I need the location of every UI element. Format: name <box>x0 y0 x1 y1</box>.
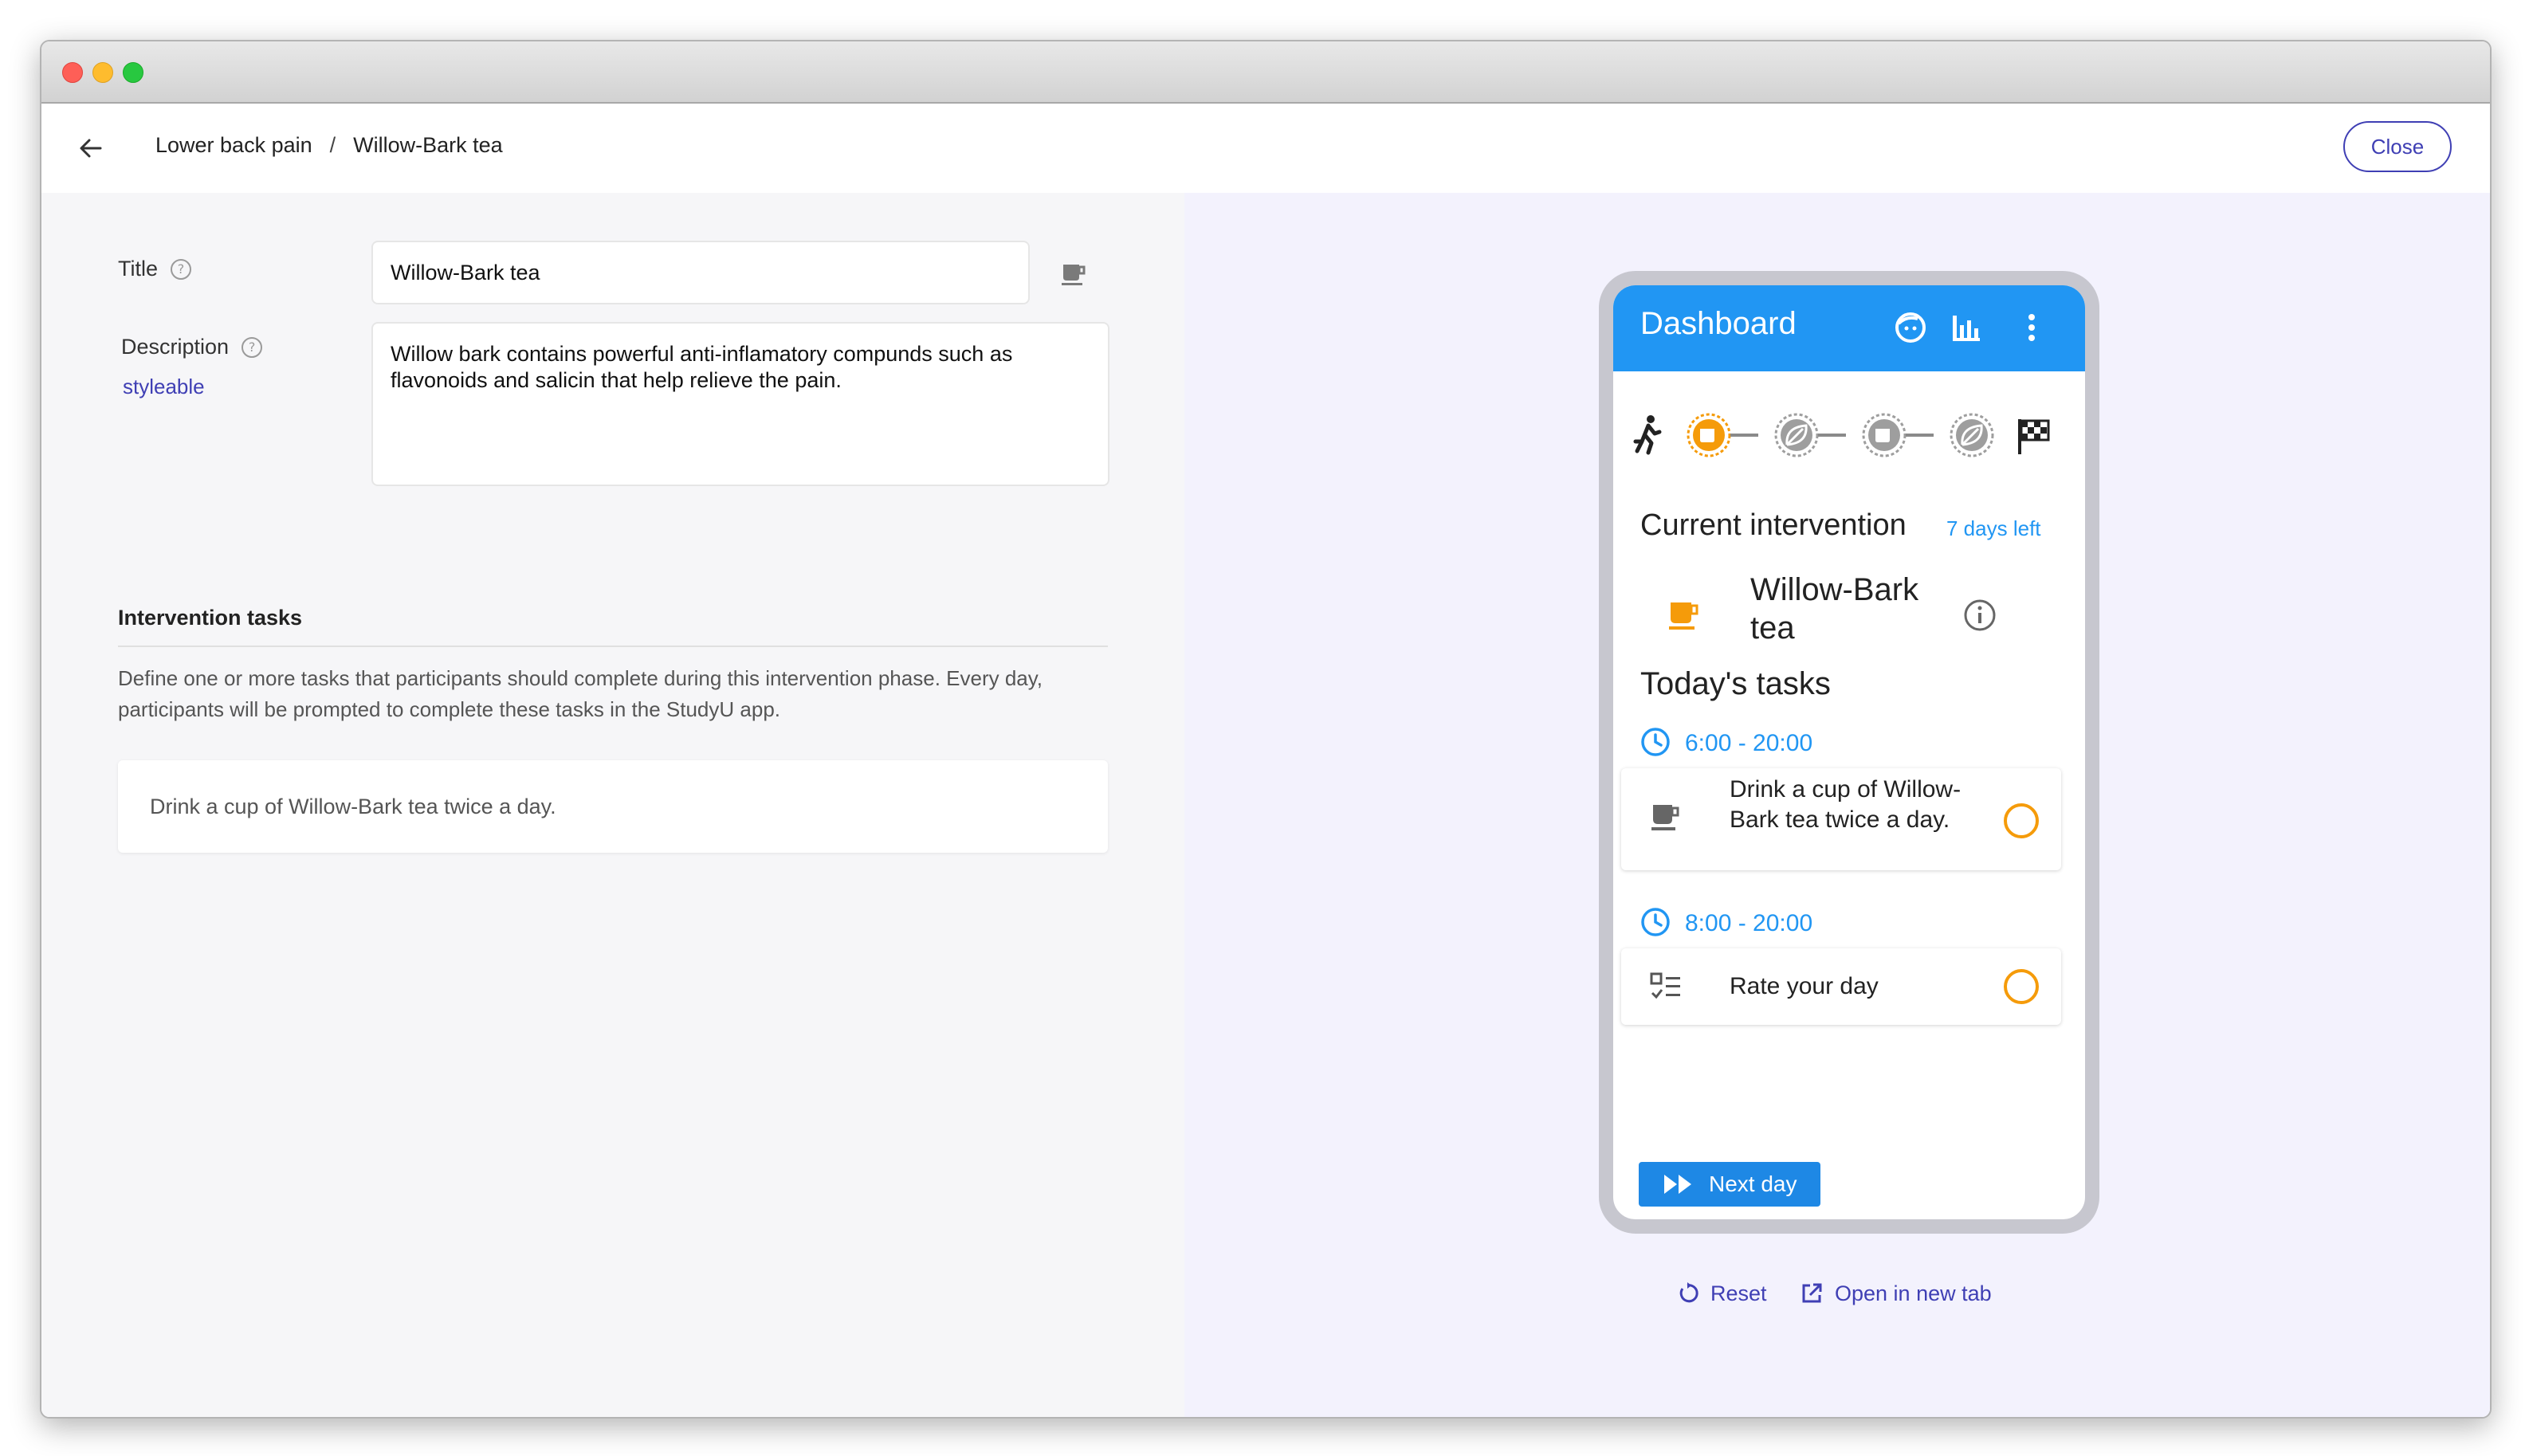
breadcrumb-parent[interactable]: Lower back pain <box>155 133 312 157</box>
next-day-button[interactable]: Next day <box>1639 1162 1820 1207</box>
intervention-editor-panel: Title? Willow-Bark tea Description? styl… <box>41 193 1184 1417</box>
reset-label: Reset <box>1710 1281 1767 1305</box>
fast-forward-icon <box>1664 1175 1691 1194</box>
bar-chart-icon[interactable] <box>1946 308 1986 347</box>
window-close-dot[interactable] <box>62 62 83 83</box>
browser-window: Lower back pain / Willow-Bark tea Close Ti… <box>40 40 2492 1419</box>
phone-task-card[interactable]: Rate your day <box>1621 948 2061 1025</box>
divider <box>118 646 1108 647</box>
phone-app-title: Dashboard <box>1640 306 1797 341</box>
phone-app-bar: Dashboard <box>1613 285 2085 371</box>
clock-icon <box>1641 728 1670 756</box>
phone-task-text: Drink a cup of Willow-Bark tea twice a d… <box>1730 776 1962 833</box>
task-checkbox-circle[interactable] <box>2004 803 2039 838</box>
task-time-text: 8:00 - 20:00 <box>1685 910 1813 936</box>
breadcrumb: Lower back pain / Willow-Bark tea <box>155 133 503 158</box>
help-icon[interactable]: ? <box>171 259 192 280</box>
window-maximize-dot[interactable] <box>123 62 143 83</box>
leaf-icon <box>1774 413 1819 457</box>
next-day-label: Next day <box>1709 1171 1797 1196</box>
task-checkbox-circle[interactable] <box>2004 969 2039 1004</box>
description-label: Description? <box>121 335 263 359</box>
checkered-flag-icon <box>2018 419 2050 454</box>
intervention-tasks-heading: Intervention tasks <box>118 606 303 630</box>
breadcrumb-separator: / <box>329 133 336 157</box>
coffee-cup-icon <box>1687 413 1731 457</box>
close-button[interactable]: Close <box>2343 121 2452 172</box>
reset-icon <box>1679 1282 1698 1303</box>
face-icon[interactable] <box>1891 308 1930 347</box>
coffee-cup-icon <box>1862 413 1907 457</box>
coffee-cup-icon[interactable] <box>1058 258 1089 288</box>
reset-link[interactable]: Reset <box>1675 1281 1767 1306</box>
coffee-cup-icon <box>1651 805 1679 830</box>
days-left-badge: 7 days left <box>1946 516 2041 540</box>
title-input[interactable]: Willow-Bark tea <box>371 241 1030 304</box>
open-in-new-tab-label: Open in new tab <box>1835 1281 1992 1305</box>
description-label-text: Description <box>121 335 230 359</box>
phone-task-card[interactable]: Drink a cup of Willow-Bark tea twice a d… <box>1621 768 2061 870</box>
more-vert-icon[interactable] <box>2012 308 2052 347</box>
open-in-new-tab-link[interactable]: Open in new tab <box>1800 1281 1992 1306</box>
breadcrumb-current: Willow-Bark tea <box>353 133 503 157</box>
leaf-icon <box>1950 413 1994 457</box>
back-arrow-icon[interactable] <box>70 128 112 169</box>
intervention-name: Willow-Bark tea <box>1750 572 1919 646</box>
current-intervention-heading: Current intervention <box>1640 508 1907 542</box>
window-minimize-dot[interactable] <box>92 62 113 83</box>
title-label-text: Title <box>118 257 159 281</box>
intervention-tasks-description: Define one or more tasks that participan… <box>118 666 1043 721</box>
task-time-row: 8:00 - 20:00 <box>1640 907 1812 937</box>
task-time-row: 6:00 - 20:00 <box>1640 727 1812 757</box>
coffee-cup-icon <box>1669 602 1698 630</box>
clock-icon <box>1641 908 1670 936</box>
running-icon <box>1633 415 1662 455</box>
task-time-text: 6:00 - 20:00 <box>1685 730 1813 756</box>
todays-tasks-heading: Today's tasks <box>1640 666 1831 701</box>
checklist-icon <box>1650 972 1680 999</box>
help-icon[interactable]: ? <box>242 337 263 358</box>
study-progress-timeline <box>1633 413 2050 457</box>
app-bar: Lower back pain / Willow-Bark tea Close <box>41 104 2490 194</box>
window-titlebar <box>41 41 2490 104</box>
phone-preview: Dashboard Current intervention 7 days le… <box>1599 271 2099 1234</box>
info-icon[interactable] <box>1962 598 1997 633</box>
styleable-link[interactable]: styleable <box>123 375 205 399</box>
open-in-new-icon <box>1802 1283 1822 1303</box>
phone-task-text: Rate your day <box>1730 973 1879 999</box>
description-textarea[interactable]: Willow bark contains powerful anti-infla… <box>371 322 1109 486</box>
title-label: Title? <box>118 257 192 281</box>
task-card[interactable]: Drink a cup of Willow-Bark tea twice a d… <box>118 760 1108 853</box>
